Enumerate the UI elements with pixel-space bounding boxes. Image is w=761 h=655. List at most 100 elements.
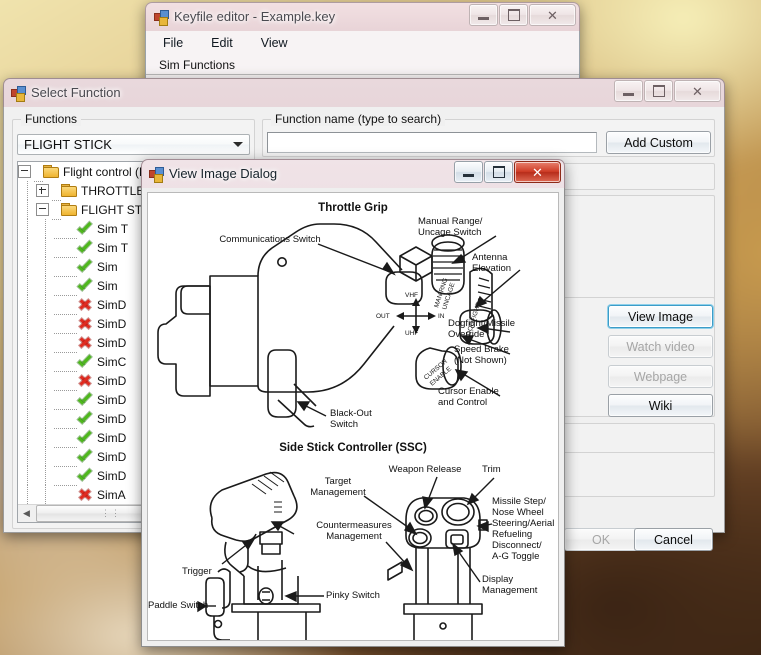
tabstrip[interactable]: Sim Functions xyxy=(146,55,579,75)
minimize-icon[interactable] xyxy=(614,80,643,102)
countermeasures-callout: Countermeasures Management xyxy=(306,520,402,542)
view-image-button[interactable]: View Image xyxy=(608,305,713,328)
tree-indent xyxy=(36,314,54,333)
tree-indent xyxy=(36,485,54,504)
menubar[interactable]: File Edit View xyxy=(146,31,579,55)
tree-indent xyxy=(18,314,36,333)
missile-step-callout: Missile Step/ Nose Wheel Steering/Aerial… xyxy=(492,496,559,562)
menu-item-file[interactable]: File xyxy=(160,34,186,52)
app-icon xyxy=(149,167,163,181)
tree-indent xyxy=(36,409,54,428)
tree-indent xyxy=(18,333,36,352)
ssc-diagram-title: Side Stick Controller (SSC) xyxy=(148,442,558,454)
ok-label: OK xyxy=(592,533,610,547)
window-keyfile-editor[interactable]: Keyfile editor - Example.key ✕ File Edit… xyxy=(145,2,580,82)
tree-indent xyxy=(36,466,54,485)
cancel-button[interactable]: Cancel xyxy=(634,528,713,551)
menu-item-view[interactable]: View xyxy=(258,34,291,52)
watch-video-button: Watch video xyxy=(608,335,713,358)
view-image-label: View Image xyxy=(628,310,693,324)
titlebar-buttons[interactable]: ✕ xyxy=(454,161,561,183)
webpage-button: Webpage xyxy=(608,365,713,388)
window-view-image-dialog[interactable]: View Image Dialog ✕ Throttle Grip xyxy=(141,159,565,647)
check-icon xyxy=(77,431,93,445)
expand-icon[interactable] xyxy=(36,184,49,197)
tree-indent xyxy=(36,390,54,409)
tree-node-label: Sim T xyxy=(97,222,128,236)
titlebar-select-function[interactable]: Select Function ✕ xyxy=(3,78,725,107)
tree-indent xyxy=(18,447,36,466)
comm-switch-callout: Communications Switch xyxy=(210,234,330,245)
function-name-group-label: Function name (type to search) xyxy=(271,112,445,126)
tree-indent xyxy=(18,428,36,447)
window-title: Keyfile editor - Example.key xyxy=(174,9,335,24)
app-icon xyxy=(11,86,25,100)
device-combo-value: FLIGHT STICK xyxy=(24,137,112,152)
add-custom-button[interactable]: Add Custom xyxy=(606,131,711,154)
window-title: Select Function xyxy=(31,85,121,100)
check-icon xyxy=(77,279,93,293)
check-icon xyxy=(77,241,93,255)
titlebar-buttons[interactable]: ✕ xyxy=(614,80,721,102)
folder-icon xyxy=(43,165,59,178)
tree-node-label: SimD xyxy=(97,298,126,312)
tree-indent xyxy=(36,371,54,390)
view-image-client: Throttle Grip xyxy=(141,188,565,647)
tree-node-label: Sim xyxy=(97,260,118,274)
tree-indent xyxy=(36,238,54,257)
vhf-marking: VHF xyxy=(405,290,418,301)
minimize-icon[interactable] xyxy=(454,161,483,183)
check-icon xyxy=(77,355,93,369)
webpage-label: Webpage xyxy=(634,370,687,384)
maximize-icon[interactable] xyxy=(484,161,513,183)
tree-node-label: SimD xyxy=(97,393,126,407)
chevron-left-icon[interactable]: ◀ xyxy=(18,506,35,522)
check-icon xyxy=(77,260,93,274)
add-custom-label: Add Custom xyxy=(624,136,693,150)
titlebar-buttons[interactable]: ✕ xyxy=(469,4,576,26)
paddle-switch-callout: Paddle Switch xyxy=(148,600,210,611)
cross-icon xyxy=(77,298,93,312)
close-icon[interactable]: ✕ xyxy=(514,161,561,183)
cross-icon xyxy=(77,488,93,502)
titlebar-keyfile-editor[interactable]: Keyfile editor - Example.key ✕ xyxy=(145,2,580,31)
throttle-diagram-area: MAN RNG UNCAGE DOGFIGHT CURSOR ENABLE Co… xyxy=(148,214,558,436)
dogfight-missile-callout: Dogfight/Missile Override xyxy=(448,318,558,340)
keyfile-editor-client: File Edit View Sim Functions xyxy=(145,31,580,82)
tab-sim-functions[interactable]: Sim Functions xyxy=(156,57,241,74)
ok-button: OK xyxy=(564,528,638,551)
tree-indent xyxy=(36,276,54,295)
watch-video-label: Watch video xyxy=(626,340,694,354)
weapon-release-callout: Weapon Release xyxy=(370,464,480,475)
check-icon xyxy=(77,450,93,464)
tree-node-label: SimD xyxy=(97,374,126,388)
maximize-icon[interactable] xyxy=(499,4,528,26)
wiki-button[interactable]: Wiki xyxy=(608,394,713,417)
close-icon[interactable]: ✕ xyxy=(529,4,576,26)
check-icon xyxy=(77,393,93,407)
chevron-down-icon[interactable] xyxy=(228,136,248,153)
tree-indent xyxy=(18,219,36,238)
wiki-label: Wiki xyxy=(649,399,673,413)
tree-indent xyxy=(18,276,36,295)
tree-node-label: THROTTLE xyxy=(81,184,144,198)
device-combo[interactable]: FLIGHT STICK xyxy=(17,134,250,155)
collapse-icon[interactable] xyxy=(18,165,31,178)
target-management-callout: Target Management xyxy=(298,476,378,498)
manual-range-callout: Manual Range/ Uncage Switch xyxy=(418,216,526,238)
close-icon[interactable]: ✕ xyxy=(674,80,721,102)
tree-indent xyxy=(18,466,36,485)
tree-indent xyxy=(18,390,36,409)
titlebar-view-image-dialog[interactable]: View Image Dialog ✕ xyxy=(141,159,565,188)
window-title: View Image Dialog xyxy=(169,166,277,181)
minimize-icon[interactable] xyxy=(469,4,498,26)
menu-item-edit[interactable]: Edit xyxy=(208,34,236,52)
maximize-icon[interactable] xyxy=(644,80,673,102)
tree-node-label: SimD xyxy=(97,317,126,331)
search-input[interactable] xyxy=(267,132,597,153)
trigger-callout: Trigger xyxy=(182,566,232,577)
collapse-icon[interactable] xyxy=(36,203,49,216)
check-icon xyxy=(77,469,93,483)
tree-indent xyxy=(36,447,54,466)
tree-node-label: Sim T xyxy=(97,241,128,255)
